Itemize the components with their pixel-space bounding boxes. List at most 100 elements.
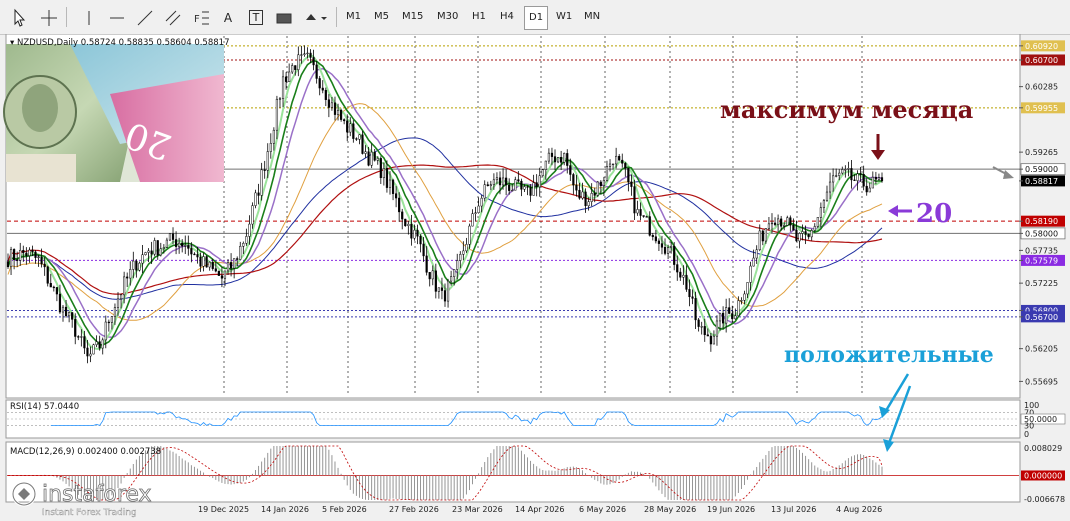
candle-body <box>187 245 190 249</box>
candle-body <box>871 176 874 189</box>
candle-body <box>269 143 272 152</box>
candle-body <box>798 233 801 242</box>
rectangle-tool-icon[interactable] <box>272 6 296 30</box>
timeframe-mn[interactable]: MN <box>580 6 604 28</box>
candle-body <box>492 179 495 185</box>
candle-body <box>822 200 826 208</box>
candle-body <box>746 282 749 295</box>
candle-body <box>505 177 508 186</box>
price-label: 0.58190 <box>1025 217 1058 226</box>
candle-body <box>184 245 187 247</box>
candle-body <box>630 181 633 187</box>
horizontal-line-tool-icon[interactable] <box>104 6 130 30</box>
candle-body <box>223 270 227 279</box>
candle-body <box>171 233 175 240</box>
candle-body <box>868 187 871 193</box>
candle-body <box>395 193 398 199</box>
candle-body <box>37 256 40 259</box>
macd-axis-label: 0.000000 <box>1024 471 1062 480</box>
candle-body <box>272 129 275 144</box>
candle-body <box>159 248 162 256</box>
candle-body <box>147 250 150 253</box>
fibonacci-tool-icon[interactable]: F <box>188 6 214 30</box>
candle-body <box>98 341 101 349</box>
candle-body <box>654 236 657 242</box>
candle-body <box>285 76 288 82</box>
candle-body <box>599 181 602 187</box>
candle-body <box>92 344 95 355</box>
candle-body <box>792 224 795 231</box>
candle-body <box>801 231 804 234</box>
vertical-line-tool-icon[interactable] <box>76 6 102 30</box>
timeframe-m15[interactable]: M15 <box>398 6 427 28</box>
timeframe-m5[interactable]: M5 <box>370 6 393 28</box>
candle-body <box>431 270 434 280</box>
timeframe-m1[interactable]: M1 <box>342 6 365 28</box>
candle-body <box>162 247 165 249</box>
candle-body <box>327 99 330 108</box>
candle-body <box>663 247 667 254</box>
candle-body <box>245 236 248 244</box>
cursor-tool-icon[interactable] <box>6 6 32 30</box>
candle-body <box>156 240 159 256</box>
candle-body <box>770 222 774 225</box>
candle-body <box>786 217 789 226</box>
candle-body <box>731 313 734 320</box>
price-label: 0.59000 <box>1025 165 1058 174</box>
instaforex-logo: instaforex Instant Forex Trading <box>11 481 152 518</box>
shapes-dropdown-icon[interactable] <box>300 6 332 30</box>
crosshair-tool-icon[interactable] <box>36 6 62 30</box>
timeframe-m30[interactable]: M30 <box>433 6 462 28</box>
candle-body <box>260 169 263 196</box>
candle-body <box>795 229 798 242</box>
svg-text:F: F <box>194 14 200 25</box>
currency-image: 20 <box>3 44 224 182</box>
candle-body <box>101 339 104 349</box>
candle-body <box>422 243 425 257</box>
candle-body <box>859 173 862 175</box>
positive-annotation: положительные <box>784 342 994 368</box>
candle-body <box>278 98 282 100</box>
candle-body <box>242 243 245 247</box>
candle-body <box>119 294 123 300</box>
date-label: 19 Dec 2025 <box>198 505 249 514</box>
candle-body <box>572 174 575 186</box>
timeframe-w1[interactable]: W1 <box>552 6 576 28</box>
candle-body <box>862 174 865 187</box>
candle-body <box>569 165 572 175</box>
text-tool-button[interactable]: A <box>216 6 240 30</box>
ma-period-annotation: 20 <box>916 199 952 229</box>
candle-body <box>123 276 126 296</box>
candle-body <box>468 225 471 245</box>
candle-body <box>694 298 697 321</box>
timeframe-h4[interactable]: H4 <box>496 6 518 28</box>
chart-area[interactable]: 20 ▾ NZDUSD,Daily 0.58724 0.58835 0.5860… <box>0 34 1070 521</box>
timeframe-h1[interactable]: H1 <box>468 6 490 28</box>
candle-body <box>291 65 294 73</box>
candle-body <box>706 334 709 337</box>
candle-body <box>416 229 419 237</box>
macd-label: MACD(12,26,9) 0.002400 0.002738 <box>10 447 161 457</box>
candle-body <box>132 260 135 270</box>
candle-body <box>367 151 370 166</box>
candle-body <box>43 263 46 268</box>
candle-body <box>141 254 144 264</box>
date-label: 14 Apr 2026 <box>515 505 564 514</box>
candle-body <box>288 71 291 82</box>
candle-body <box>459 254 462 261</box>
candle-body <box>789 217 792 226</box>
trendline-tool-icon[interactable] <box>132 6 158 30</box>
date-label: 5 Feb 2026 <box>322 505 367 514</box>
candle-body <box>553 156 557 163</box>
channel-tool-icon[interactable] <box>160 6 186 30</box>
candle-body <box>773 222 777 225</box>
candle-body <box>74 319 77 337</box>
candle-body <box>453 269 456 277</box>
label-tool-button[interactable]: T <box>244 6 268 30</box>
label-tool-glyph: T <box>248 10 264 25</box>
candle-body <box>608 163 612 167</box>
candle-body <box>205 256 208 268</box>
candle-body <box>303 53 306 55</box>
timeframe-d1[interactable]: D1 <box>524 6 549 30</box>
price-label: 0.58817 <box>1025 177 1058 186</box>
